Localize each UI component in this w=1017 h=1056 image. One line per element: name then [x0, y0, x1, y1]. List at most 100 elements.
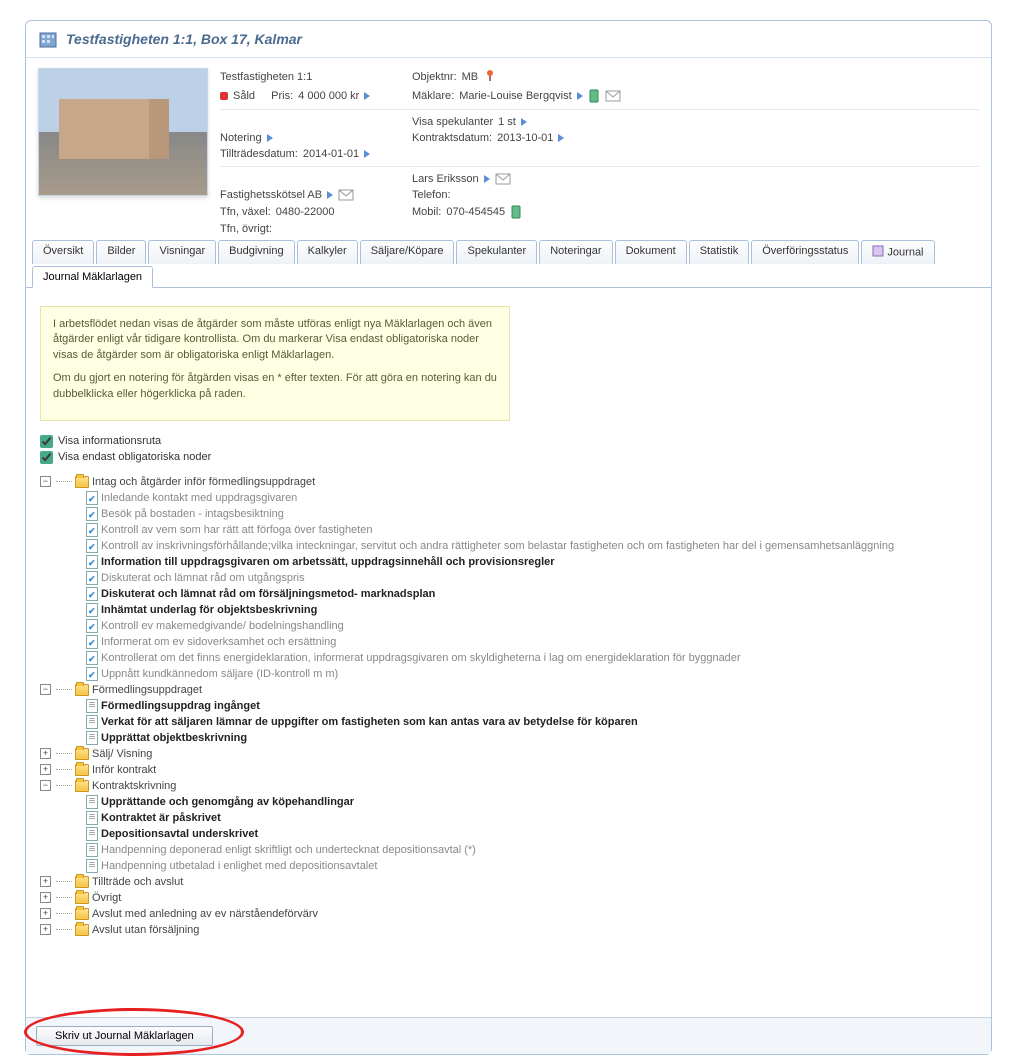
tree-item[interactable]: Handpenning deponerad enligt skriftligt … [70, 842, 977, 858]
tree-item[interactable]: Handpenning utbetalad i enlighet med dep… [70, 858, 977, 874]
tab-kalkyler[interactable]: Kalkyler [297, 240, 358, 264]
folder-icon [75, 780, 89, 792]
checkbox-visa-inforuta[interactable] [40, 435, 53, 448]
visa-spekulanter-label: Visa spekulanter [412, 116, 493, 128]
tree-item[interactable]: Kontraktet är påskrivet [70, 810, 977, 826]
folder-icon [75, 748, 89, 760]
workflow-tree: − Intag och åtgärder inför förmedlingsupp… [40, 474, 977, 938]
tree-item[interactable]: Kontroll av vem som har rätt att förfoga… [70, 522, 977, 538]
doc-icon [86, 843, 98, 857]
tree-toggle-icon[interactable]: − [40, 684, 51, 695]
maklare-expand-icon[interactable] [577, 92, 583, 100]
kontraktsdatum-label: Kontraktsdatum: [412, 132, 492, 144]
tree-folder[interactable]: +Avslut med anledning av ev närståendefö… [40, 906, 977, 922]
tree-item[interactable]: Kontrollerat om det finns energideklarat… [70, 650, 977, 666]
tree-label: Handpenning utbetalad i enlighet med dep… [101, 858, 377, 874]
tree-folder[interactable]: − Förmedlingsuppdraget [40, 682, 977, 698]
tree-folder[interactable]: −Kontraktskrivning [40, 778, 977, 794]
tree-label: Förmedlingsuppdraget [92, 682, 202, 698]
tree-toggle-icon[interactable]: − [40, 476, 51, 487]
tree-toggle-icon[interactable]: − [40, 780, 51, 791]
tree-item[interactable]: Diskuterat och lämnat råd om utgångspris [70, 570, 977, 586]
tree-toggle-icon[interactable]: + [40, 876, 51, 887]
tree-item[interactable]: Diskuterat och lämnat råd om försäljning… [70, 586, 977, 602]
tree-item[interactable]: Inhämtat underlag för objektsbeskrivning [70, 602, 977, 618]
visa-spekulanter-value: 1 st [498, 116, 516, 128]
tree-toggle-icon[interactable]: + [40, 764, 51, 775]
folder-icon [75, 684, 89, 696]
tree-toggle-icon[interactable]: + [40, 908, 51, 919]
tab-statistik[interactable]: Statistik [689, 240, 750, 264]
doc-check-icon [86, 619, 98, 633]
tab-budgivning[interactable]: Budgivning [218, 240, 294, 264]
checkbox-visa-obligatoriska-label[interactable]: Visa endast obligatoriska noder [58, 451, 211, 463]
company-expand-icon[interactable] [327, 191, 333, 199]
phone-icon[interactable] [588, 89, 600, 103]
mail-icon[interactable] [495, 173, 511, 185]
tab-label: Statistik [700, 245, 739, 257]
info-box: I arbetsflödet nedan visas de åtgärder s… [40, 306, 510, 421]
tree-toggle-icon[interactable]: + [40, 892, 51, 903]
tree-item[interactable]: Information till uppdragsgivaren om arbe… [70, 554, 977, 570]
phone-icon[interactable] [510, 205, 522, 219]
tree-item[interactable]: Upprättande och genomgång av köpehandlin… [70, 794, 977, 810]
tree-label: Kontroll ev makemedgivande/ bodelningsha… [101, 618, 344, 634]
tab-label: Bilder [107, 245, 135, 257]
tree-item[interactable]: Kontroll av inskrivningsförhållande;vilk… [70, 538, 977, 554]
tree-folder[interactable]: + Övrigt [40, 890, 977, 906]
tilltradesdatum-value: 2014-01-01 [303, 148, 359, 160]
tree-folder[interactable]: +Inför kontrakt [40, 762, 977, 778]
tab-journal[interactable]: Journal [861, 240, 934, 264]
tree-label: Verkat för att säljaren lämnar de uppgif… [101, 714, 638, 730]
tree-label: Intag och åtgärder inför förmedlingsuppd… [92, 474, 315, 490]
tab-noteringar[interactable]: Noteringar [539, 240, 612, 264]
tree-item[interactable]: Informerat om ev sidoverksamhet och ersä… [70, 634, 977, 650]
pris-expand-icon[interactable] [364, 92, 370, 100]
tree-item[interactable]: Verkat för att säljaren lämnar de uppgif… [70, 714, 977, 730]
tab-spekulanter[interactable]: Spekulanter [456, 240, 537, 264]
mail-icon[interactable] [338, 189, 354, 201]
tree-label: Övrigt [92, 890, 121, 906]
tab-bilder[interactable]: Bilder [96, 240, 146, 264]
doc-check-icon [86, 635, 98, 649]
tab--versikt[interactable]: Översikt [32, 240, 94, 264]
objektnr-label: Objektnr: [412, 71, 457, 83]
doc-check-icon [86, 491, 98, 505]
checkbox-visa-inforuta-label[interactable]: Visa informationsruta [58, 435, 161, 447]
tree-toggle-icon[interactable]: + [40, 924, 51, 935]
tree-folder[interactable]: +Tillträde och avslut [40, 874, 977, 890]
tilltrade-expand-icon[interactable] [364, 150, 370, 158]
tree-item[interactable]: Inledande kontakt med uppdragsgivaren [70, 490, 977, 506]
tab-journal-m-klarlagen[interactable]: Journal Mäklarlagen [32, 266, 153, 288]
doc-icon [86, 715, 98, 729]
doc-icon [86, 731, 98, 745]
tree-label: Sälj/ Visning [92, 746, 152, 762]
tree-toggle-icon[interactable]: + [40, 748, 51, 759]
folder-icon [75, 764, 89, 776]
tree-item[interactable]: Uppnått kundkännedom säljare (ID-kontrol… [70, 666, 977, 682]
tree-folder[interactable]: + Sälj/ Visning [40, 746, 977, 762]
tree-item[interactable]: Förmedlingsuppdrag ingånget [70, 698, 977, 714]
notering-expand-icon[interactable] [267, 134, 273, 142]
tree-item[interactable]: Besök på bostaden - intagsbesiktning [70, 506, 977, 522]
tree-label: Information till uppdragsgivaren om arbe… [101, 554, 555, 570]
tree-item[interactable]: Depositionsavtal underskrivet [70, 826, 977, 842]
tab--verf-ringsstatus[interactable]: Överföringsstatus [751, 240, 859, 264]
tab-dokument[interactable]: Dokument [615, 240, 687, 264]
pin-icon[interactable] [483, 68, 497, 85]
tree-item[interactable]: Kontroll ev makemedgivande/ bodelningsha… [70, 618, 977, 634]
kontrakt-expand-icon[interactable] [558, 134, 564, 142]
checkbox-visa-obligatoriska[interactable] [40, 451, 53, 464]
tab-visningar[interactable]: Visningar [148, 240, 216, 264]
tree-item[interactable]: Upprättat objektbeskrivning [70, 730, 977, 746]
spekulanter-expand-icon[interactable] [521, 118, 527, 126]
print-journal-button[interactable]: Skriv ut Journal Mäklarlagen [36, 1026, 213, 1046]
tree-folder[interactable]: − Intag och åtgärder inför förmedlingsupp… [40, 474, 977, 490]
property-thumbnail[interactable] [38, 68, 208, 196]
tree-label: Förmedlingsuppdrag ingånget [101, 698, 260, 714]
mail-icon[interactable] [605, 90, 621, 102]
tree-label: Uppnått kundkännedom säljare (ID-kontrol… [101, 666, 338, 682]
tab-s-ljare-k-pare[interactable]: Säljare/Köpare [360, 240, 455, 264]
contact-expand-icon[interactable] [484, 175, 490, 183]
tree-folder[interactable]: +Avslut utan försäljning [40, 922, 977, 938]
